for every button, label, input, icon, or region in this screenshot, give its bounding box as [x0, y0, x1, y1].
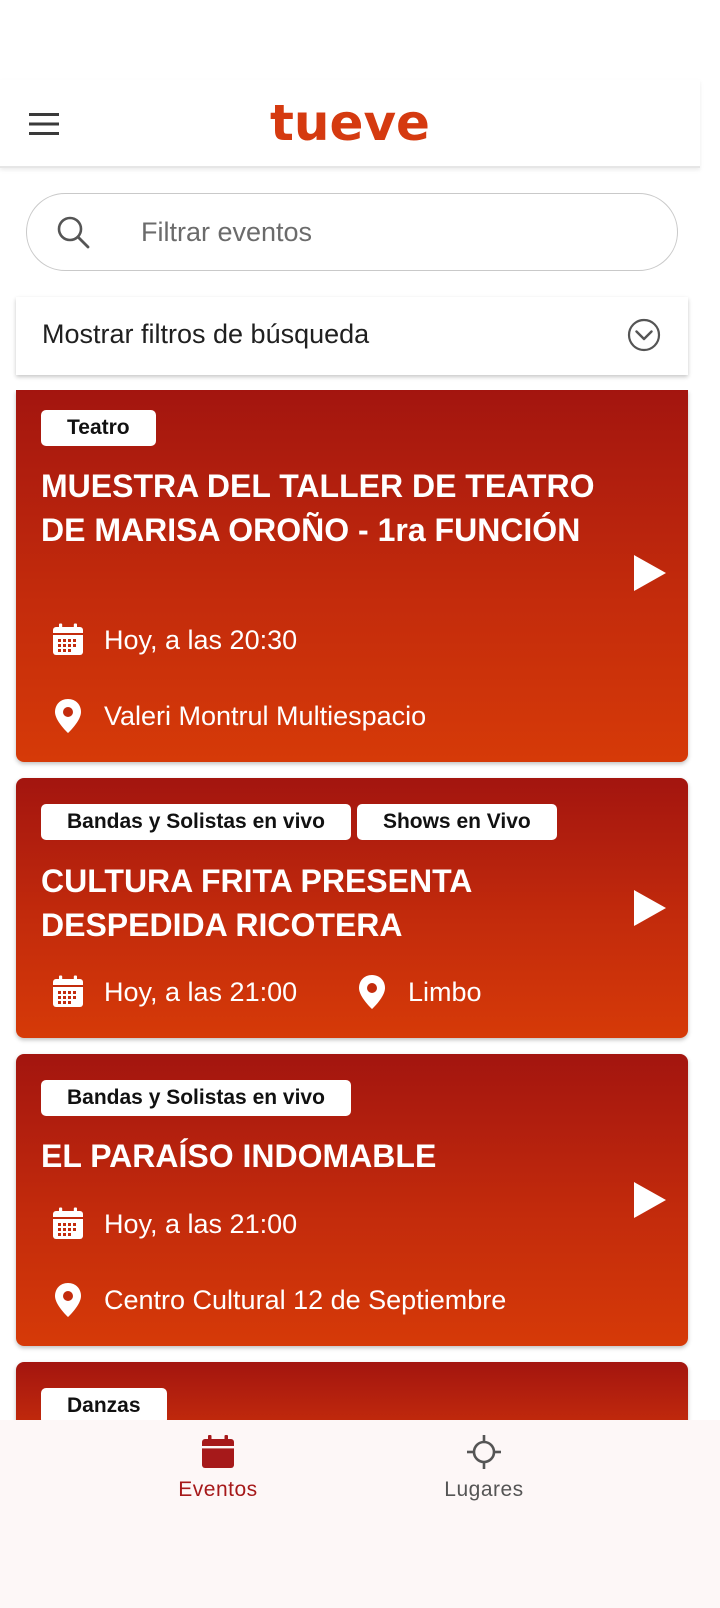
event-title: EL PARAÍSO INDOMABLE: [41, 1138, 437, 1174]
nav-item-eventos[interactable]: Eventos: [118, 1434, 318, 1502]
search-input[interactable]: [141, 194, 641, 270]
calendar-icon: [53, 623, 83, 655]
play-icon[interactable]: [630, 1180, 670, 1220]
event-time-text: Hoy, a las 20:30: [104, 624, 298, 655]
event-card[interactable]: Bandas y Solistas en vivo Shows en Vivo …: [16, 778, 688, 1038]
bottom-navigation: Eventos Lugares: [0, 1420, 720, 1608]
event-card[interactable]: Bandas y Solistas en vivo EL PARAÍSO IND…: [16, 1054, 688, 1346]
event-venue-text: Limbo: [408, 976, 482, 1007]
event-venue-text: Valeri Montrul Multiespacio: [104, 700, 427, 731]
event-title: MUESTRA DEL TALLER DE TEATRO DE MARISA O…: [41, 468, 595, 548]
search-bar[interactable]: [26, 193, 678, 271]
event-venue: Centro Cultural 12 de Septiembre: [48, 1280, 506, 1320]
calendar-icon: [53, 1207, 83, 1239]
search-filters-toggle[interactable]: Mostrar filtros de búsqueda: [16, 297, 688, 375]
play-icon[interactable]: [630, 888, 670, 928]
event-tag: Teatro: [41, 410, 156, 446]
search-icon: [57, 216, 90, 249]
calendar-icon: [202, 1435, 234, 1468]
status-bar: [0, 0, 720, 80]
location-pin-icon: [55, 1283, 81, 1317]
app-bar: tueve: [0, 80, 700, 168]
event-tags: Teatro: [41, 410, 156, 446]
events-list[interactable]: Teatro MUESTRA DEL TALLER DE TEATRO DE M…: [0, 390, 720, 1420]
crosshair-location-icon: [467, 1435, 501, 1469]
event-card[interactable]: Danzas: [16, 1362, 688, 1420]
event-tags: Danzas: [41, 1388, 167, 1420]
event-tags: Bandas y Solistas en vivo: [41, 1080, 351, 1116]
nav-label: Lugares: [444, 1478, 524, 1501]
nav-item-lugares[interactable]: Lugares: [384, 1434, 584, 1502]
event-time: Hoy, a las 21:00: [48, 972, 297, 1012]
event-time-text: Hoy, a las 21:00: [104, 1208, 298, 1239]
location-pin-icon: [359, 975, 385, 1009]
event-tag: Bandas y Solistas en vivo: [41, 804, 351, 840]
event-venue: Valeri Montrul Multiespacio: [48, 696, 426, 736]
filters-label: Mostrar filtros de búsqueda: [42, 319, 370, 349]
event-venue: Limbo: [352, 972, 482, 1012]
location-pin-icon: [55, 699, 81, 733]
calendar-icon: [53, 975, 83, 1007]
event-tag: Bandas y Solistas en vivo: [41, 1080, 351, 1116]
app-logo: tueve: [270, 94, 430, 152]
event-time: Hoy, a las 21:00: [48, 1204, 297, 1244]
event-time-text: Hoy, a las 21:00: [104, 976, 298, 1007]
event-card[interactable]: Teatro MUESTRA DEL TALLER DE TEATRO DE M…: [16, 390, 688, 762]
event-tag: Shows en Vivo: [356, 804, 557, 840]
event-tags: Bandas y Solistas en vivo Shows en Vivo: [41, 804, 557, 840]
event-tag: Danzas: [41, 1388, 167, 1420]
event-time: Hoy, a las 20:30: [48, 620, 297, 660]
event-title: CULTURA FRITA PRESENTA DESPEDIDA RICOTER…: [41, 863, 472, 943]
play-icon[interactable]: [630, 553, 670, 593]
event-venue-text: Centro Cultural 12 de Septiembre: [104, 1284, 507, 1315]
chevron-down-circle-icon: [627, 318, 661, 352]
nav-label: Eventos: [178, 1478, 258, 1501]
